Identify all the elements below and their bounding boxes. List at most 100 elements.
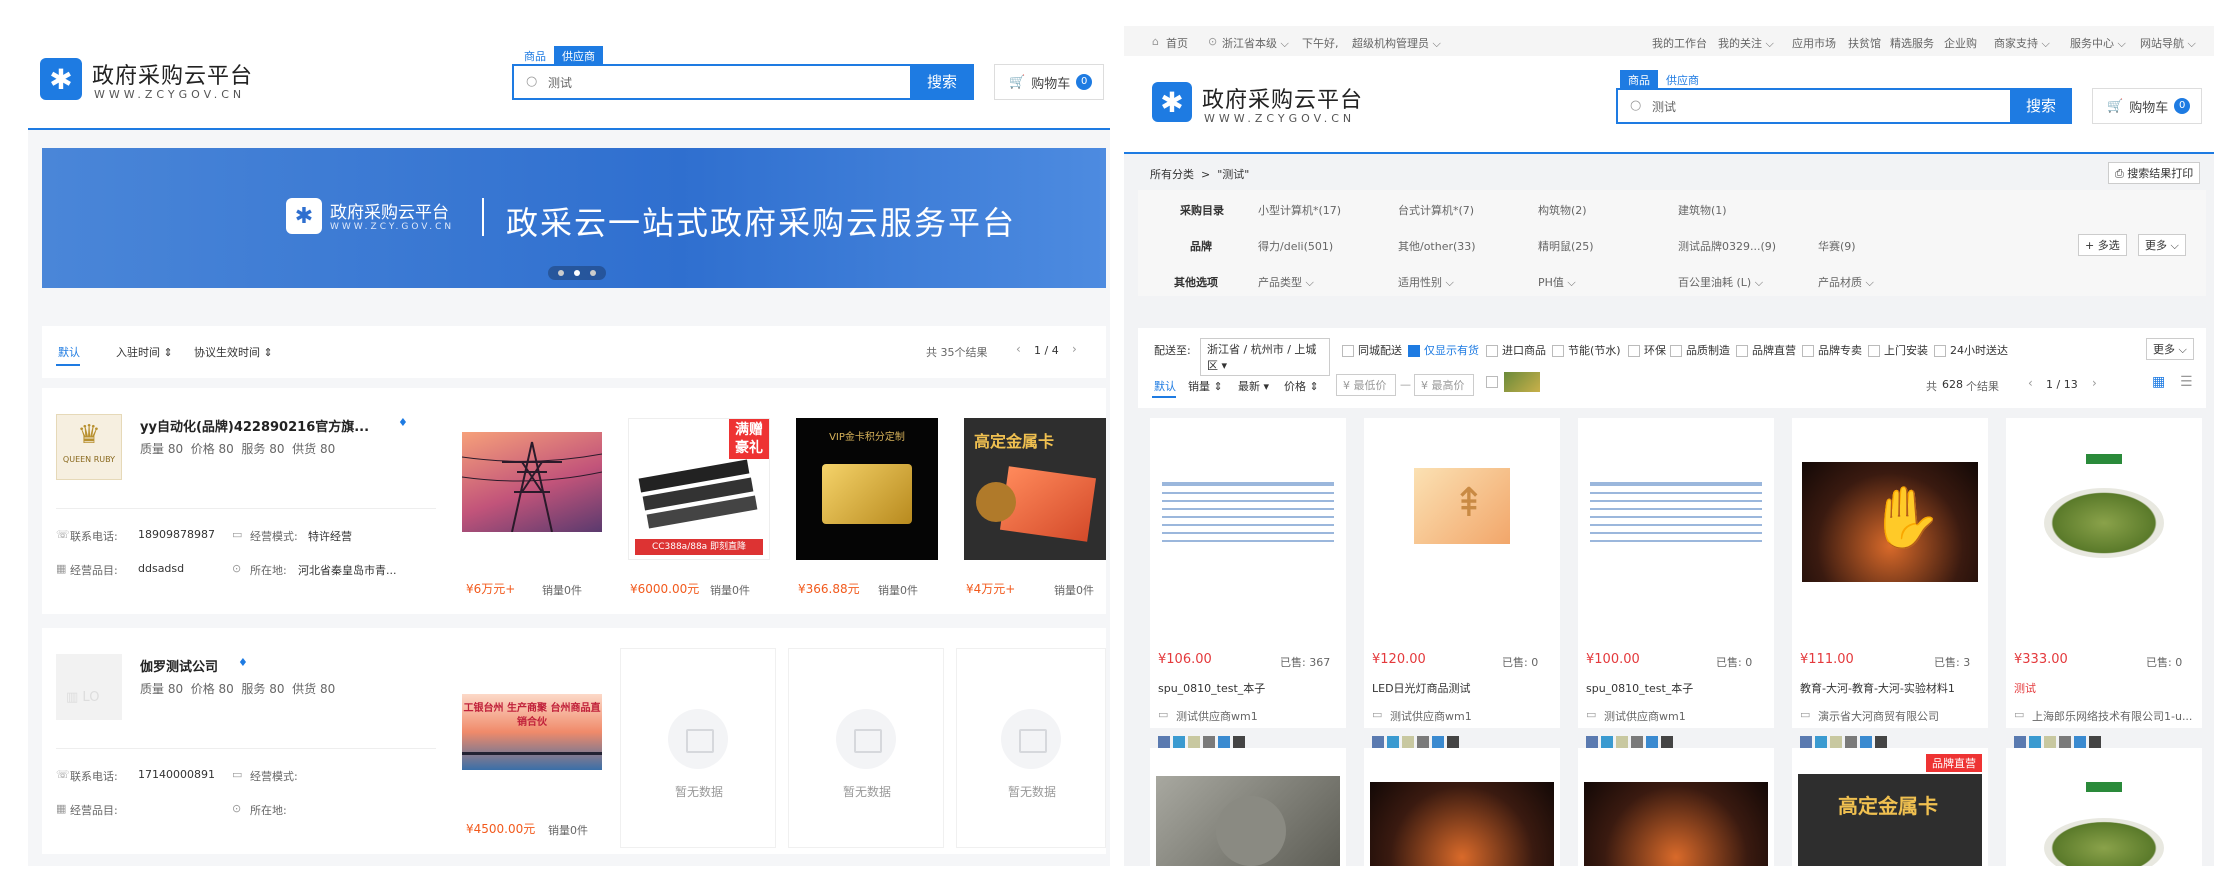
nav-user[interactable]: 超级机构管理员 ⌵ <box>1352 35 1441 51</box>
product-title[interactable]: spu_0810_test_本子 <box>1586 680 1693 696</box>
filter-option[interactable]: 得力/deli(501) <box>1258 238 1333 254</box>
product-title[interactable]: 教育-大河-教育-大河-实验材料1 <box>1800 680 1955 696</box>
product-card[interactable]: ¥333.00 已售: 0 测试 ▭ 上海郎乐网络技术有限公司1-u... <box>2006 418 2202 728</box>
product-shop[interactable]: 上海郎乐网络技术有限公司1-u... <box>2032 708 2196 724</box>
image-filter-checkbox[interactable] <box>1486 376 1498 388</box>
supplier-name[interactable]: 伽罗测试公司 <box>140 656 218 675</box>
filter-option[interactable]: 台式计算机*(7) <box>1398 202 1474 218</box>
option-eco[interactable]: 环保 <box>1628 342 1666 358</box>
product-card[interactable] <box>2006 748 2202 866</box>
carousel-dots[interactable] <box>548 266 606 280</box>
sort-newest[interactable]: 最新 ▾ <box>1238 378 1269 394</box>
nav-poverty[interactable]: 扶贫馆 <box>1848 35 1881 51</box>
product-shop[interactable]: 测试供应商wm1 <box>1604 708 1686 724</box>
filter-option[interactable]: 建筑物(1) <box>1678 202 1727 218</box>
more-brands-button[interactable]: 更多 ⌵ <box>2138 234 2186 256</box>
product-shop[interactable]: 测试供应商wm1 <box>1390 708 1472 724</box>
product-image[interactable] <box>1584 478 1768 548</box>
breadcrumb-text[interactable]: 所有分类 > "测试" <box>1150 166 1249 182</box>
sort-join-time[interactable]: 入驻时间 ⇕ <box>116 344 173 360</box>
search-button[interactable]: 搜索 <box>2010 88 2072 124</box>
filter-dropdown[interactable]: PH值 ⌵ <box>1538 274 1576 290</box>
nav-workbench[interactable]: 我的工作台 <box>1652 35 1707 51</box>
product-card[interactable]: ¥106.00 已售: 367 spu_0810_test_本子 ▭ 测试供应商… <box>1150 418 1346 728</box>
option-in-stock[interactable]: 仅显示有货 <box>1408 342 1479 358</box>
option-24h[interactable]: 24小时送达 <box>1934 342 2008 358</box>
product-image[interactable] <box>2016 778 2192 866</box>
product-card[interactable]: 品牌直营 高定金属卡 <box>1792 748 1988 866</box>
option-same-city[interactable]: 同城配送 <box>1342 342 1402 358</box>
product-image[interactable]: ✋ <box>1802 462 1978 582</box>
product-image[interactable]: VIP金卡积分定制 <box>796 418 938 560</box>
max-price-input[interactable]: ¥ 最高价 <box>1414 374 1474 396</box>
product-image[interactable] <box>2016 448 2192 578</box>
product-image[interactable]: 工银台州 生产商聚 台州商品直销合伙 <box>462 694 602 770</box>
product-image[interactable]: ⇞ <box>1414 468 1510 544</box>
product-image[interactable]: 高定金属卡 <box>1798 774 1982 866</box>
option-energy[interactable]: 节能(节水) <box>1552 342 1621 358</box>
nav-enterprise[interactable]: 企业购 <box>1944 35 1977 51</box>
product-image[interactable] <box>462 432 602 532</box>
product-card[interactable] <box>1578 748 1774 866</box>
filter-option[interactable]: 测试品牌0329...(9) <box>1678 238 1776 254</box>
product-card[interactable]: ✋ ¥111.00 已售: 3 教育-大河-教育-大河-实验材料1 ▭ 演示省大… <box>1792 418 1988 728</box>
product-card[interactable]: ¥100.00 已售: 0 spu_0810_test_本子 ▭ 测试供应商wm… <box>1578 418 1774 728</box>
filter-dropdown[interactable]: 适用性别 ⌵ <box>1398 274 1454 290</box>
carousel-dot[interactable] <box>558 270 564 276</box>
filter-option[interactable]: 精明鼠(25) <box>1538 238 1594 254</box>
nav-follow[interactable]: 我的关注 ⌵ <box>1718 35 1774 51</box>
color-swatches[interactable] <box>1800 736 1887 748</box>
product-image[interactable]: 满赠豪礼 CC388a/88a 即刻直降 <box>628 418 770 560</box>
color-swatches[interactable] <box>1372 736 1459 748</box>
list-view-icon[interactable]: ☰ <box>2180 374 2193 390</box>
option-installation[interactable]: 上门安装 <box>1868 342 1928 358</box>
product-shop[interactable]: 演示省大河商贸有限公司 <box>1818 708 1939 724</box>
nav-sitemap[interactable]: 网站导航 ⌵ <box>2140 35 2196 51</box>
option-quality[interactable]: 品质制造 <box>1670 342 1730 358</box>
logo-icon[interactable]: ✱ <box>1152 82 1192 122</box>
product-image[interactable]: 高定金属卡 <box>964 418 1106 560</box>
nav-service-center[interactable]: 服务中心 ⌵ <box>2070 35 2126 51</box>
grid-view-icon[interactable]: ▦ <box>2152 374 2165 390</box>
supplier-card[interactable]: ▥ LO 伽罗测试公司 ♦ 质量 80 价格 80 服务 80 供货 80 ☏ … <box>42 628 1106 854</box>
search-tab-supplier[interactable]: 供应商 <box>554 46 603 64</box>
search-tab-supplier[interactable]: 供应商 <box>1658 70 1707 88</box>
search-tab-goods[interactable]: 商品 <box>516 46 554 64</box>
product-image[interactable] <box>1156 776 1340 866</box>
cart-button[interactable]: 🛒 购物车 0 <box>994 64 1104 100</box>
prev-page-icon[interactable]: ‹ <box>1016 342 1021 356</box>
sort-default[interactable]: 默认 <box>58 344 80 360</box>
product-image[interactable] <box>1370 782 1554 866</box>
filter-option[interactable]: 华赛(9) <box>1818 238 1856 254</box>
option-brand-store[interactable]: 品牌专卖 <box>1802 342 1862 358</box>
prev-page-icon[interactable]: ‹ <box>2028 376 2033 390</box>
supplier-card[interactable]: ♛ QUEEN RUBY yy自动化(品牌)422890216官方旗... ♦ … <box>42 388 1106 614</box>
search-button[interactable]: 搜索 <box>910 64 974 100</box>
sort-sales[interactable]: 销量 ⇕ <box>1188 378 1223 394</box>
filter-option[interactable]: 构筑物(2) <box>1538 202 1587 218</box>
sort-default[interactable]: 默认 <box>1154 378 1176 394</box>
sort-agreement-time[interactable]: 协议生效时间 ⇕ <box>194 344 273 360</box>
sort-price[interactable]: 价格 ⇕ <box>1284 378 1319 394</box>
banner[interactable]: ✱ 政府采购云平台 WWW.ZCY.GOV.CN 政采云一站式政府采购云服务平台 <box>42 148 1106 288</box>
search-input[interactable]: ○ 测试 <box>1616 88 2012 124</box>
color-swatches[interactable] <box>1158 736 1245 748</box>
search-tab-goods[interactable]: 商品 <box>1620 70 1658 88</box>
option-imported[interactable]: 进口商品 <box>1486 342 1546 358</box>
filter-option[interactable]: 小型计算机*(17) <box>1258 202 1341 218</box>
product-image[interactable] <box>1584 782 1768 866</box>
nav-services[interactable]: 精选服务 <box>1890 35 1934 51</box>
filter-thumbnail[interactable] <box>1504 372 1540 392</box>
product-shop[interactable]: 测试供应商wm1 <box>1176 708 1258 724</box>
print-button[interactable]: ⎙ 搜索结果打印 <box>2108 162 2201 184</box>
product-card[interactable] <box>1150 748 1346 866</box>
nav-merchant[interactable]: 商家支持 ⌵ <box>1994 35 2050 51</box>
carousel-dot[interactable] <box>574 270 580 276</box>
product-title[interactable]: 测试 <box>2014 680 2036 696</box>
nav-app-market[interactable]: 应用市场 <box>1792 35 1836 51</box>
next-page-icon[interactable]: › <box>2092 376 2097 390</box>
filter-dropdown[interactable]: 产品材质 ⌵ <box>1818 274 1874 290</box>
product-image[interactable] <box>1156 478 1340 548</box>
region-select[interactable]: 浙江省 / 杭州市 / 上城区 ▾ <box>1200 338 1330 376</box>
nav-region[interactable]: 浙江省本级 ⌵ <box>1222 35 1289 51</box>
